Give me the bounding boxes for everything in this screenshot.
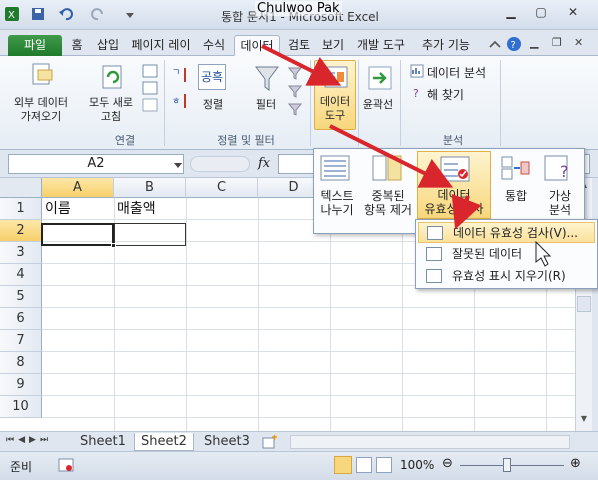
arrow-tab-to-datatools [261, 44, 342, 86]
annotation-arrows [261, 44, 552, 267]
mouse-cursor-icon [535, 240, 552, 267]
arrow-datatools-to-validation [329, 124, 454, 188]
arrow-validation-to-menu [451, 193, 482, 230]
